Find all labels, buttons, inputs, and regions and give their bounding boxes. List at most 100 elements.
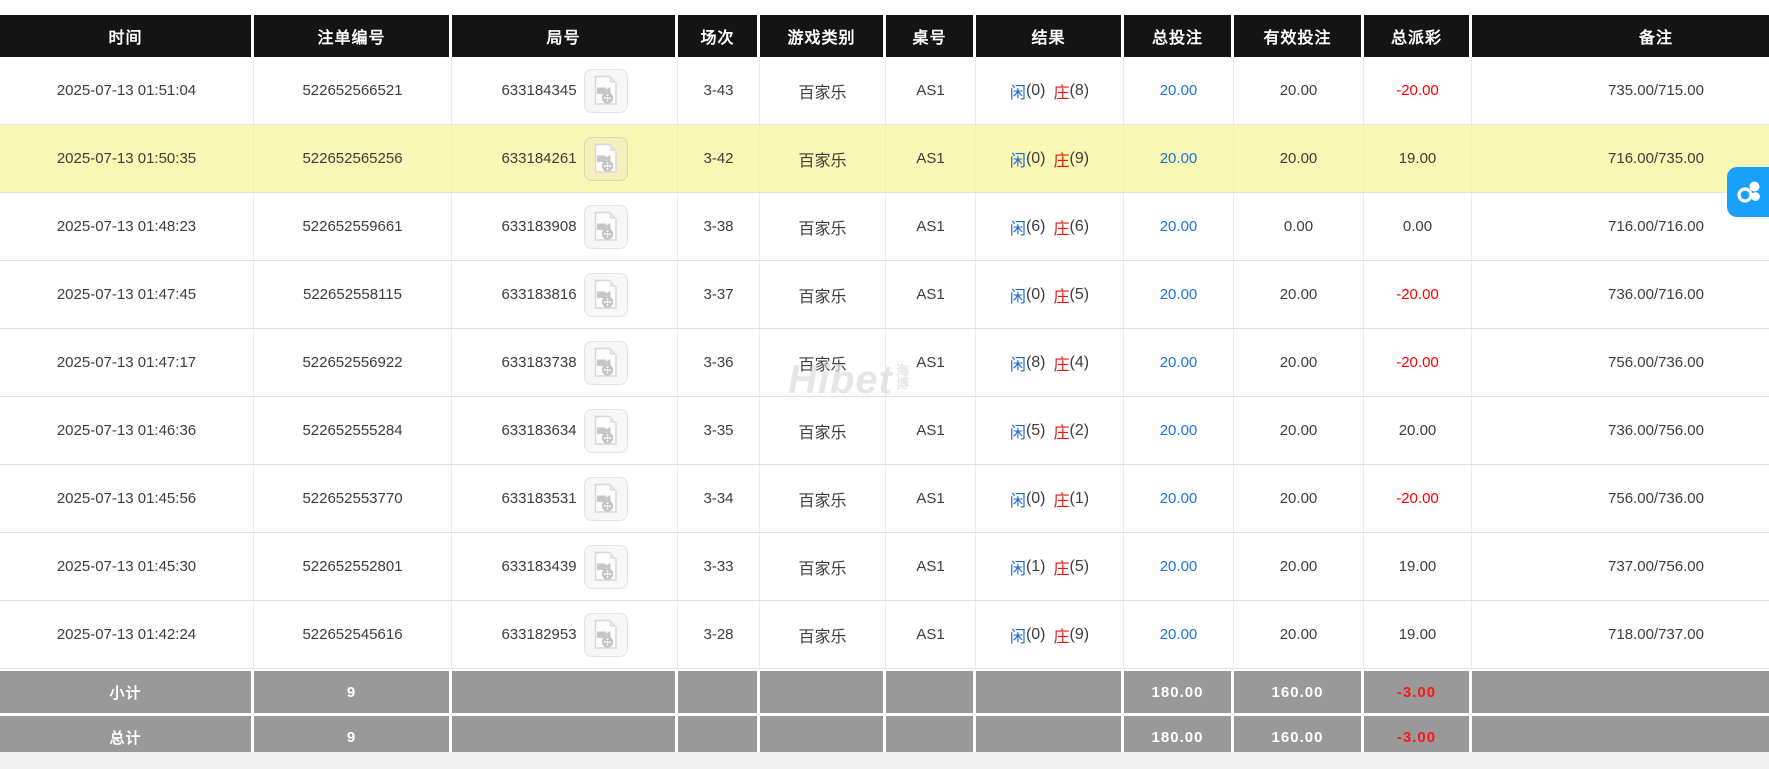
cell-round-id: 633183738 <box>452 329 678 396</box>
player-score: (5) <box>1026 422 1046 440</box>
cell-table-no: AS1 <box>886 57 976 124</box>
banker-score: (5) <box>1070 558 1090 576</box>
video-replay-button[interactable] <box>584 545 628 589</box>
cell-total-bet: 20.00 <box>1124 329 1234 396</box>
header-result: 结果 <box>976 15 1124 57</box>
cell-bet-id: 522652565256 <box>254 125 452 192</box>
cell-result: 闲(0)庄(8) <box>976 57 1124 124</box>
cell-valid-bet: 20.00 <box>1234 601 1364 668</box>
player-score: (0) <box>1026 490 1046 508</box>
cell-total-bet: 20.00 <box>1124 125 1234 192</box>
cell-total-bet: 20.00 <box>1124 261 1234 328</box>
player-score: (1) <box>1026 558 1046 576</box>
cell-session: 3-42 <box>678 125 760 192</box>
video-replay-button[interactable] <box>584 273 628 317</box>
cell-bet-id: 522652555284 <box>254 397 452 464</box>
film-file-icon <box>592 483 619 514</box>
banker-result-label: 庄 <box>1054 283 1070 307</box>
video-replay-button[interactable] <box>584 137 628 181</box>
cell-total-payout: 0.00 <box>1364 193 1472 260</box>
cell-valid-bet: 20.00 <box>1234 533 1364 600</box>
player-result-label: 闲 <box>1010 623 1026 647</box>
cell-round-id: 633183439 <box>452 533 678 600</box>
header-bet-id: 注单编号 <box>254 15 452 57</box>
cell-bet-id: 522652545616 <box>254 601 452 668</box>
film-file-icon <box>592 415 619 446</box>
cell-result: 闲(0) 庄(1) <box>976 465 1124 532</box>
cell-valid-bet: 20.00 <box>1234 465 1364 532</box>
film-file-icon <box>592 75 619 106</box>
cell-total-bet: 20.00 <box>1124 397 1234 464</box>
cell-time: 2025-07-13 01:51:04 <box>0 57 254 124</box>
cell-remark: 756.00/736.00 <box>1472 465 1769 532</box>
player-score: (6) <box>1026 218 1046 236</box>
banker-result-label: 庄 <box>1054 419 1070 443</box>
table-row: 2025-07-13 01:47:45 522652558115 6331838… <box>0 261 1769 329</box>
film-file-icon <box>592 347 619 378</box>
film-file-icon <box>592 143 619 174</box>
cell-time: 2025-07-13 01:46:36 <box>0 397 254 464</box>
floating-video-panel-button[interactable] <box>1727 167 1769 217</box>
cell-total-payout: -20.00 <box>1364 261 1472 328</box>
banker-result-label: 庄 <box>1054 79 1070 103</box>
cell-table-no: AS1 <box>886 193 976 260</box>
cell-total-payout: -20.00 <box>1364 465 1472 532</box>
banker-score: (1) <box>1070 490 1090 508</box>
cell-session: 3-33 <box>678 533 760 600</box>
cell-bet-id: 522652566521 <box>254 57 452 124</box>
table-row: 2025-07-13 01:45:56 522652553770 6331835… <box>0 465 1769 533</box>
player-score: (0) <box>1026 286 1046 304</box>
cell-total-bet: 20.00 <box>1124 465 1234 532</box>
banker-result-label: 庄 <box>1054 487 1070 511</box>
video-replay-button[interactable] <box>584 341 628 385</box>
cell-game-type: 百家乐 <box>760 261 886 328</box>
cell-session: 3-35 <box>678 397 760 464</box>
video-replay-button[interactable] <box>584 613 628 657</box>
summary-count: 9 <box>254 671 452 713</box>
cell-bet-id: 522652552801 <box>254 533 452 600</box>
cell-total-payout: -20.00 <box>1364 57 1472 124</box>
summary-empty-cell <box>886 671 976 713</box>
summary-total-bet: 180.00 <box>1124 671 1234 713</box>
cell-bet-id: 522652553770 <box>254 465 452 532</box>
cell-remark: 735.00/715.00 <box>1472 57 1769 124</box>
cell-table-no: AS1 <box>886 533 976 600</box>
cell-bet-id: 522652559661 <box>254 193 452 260</box>
cell-round-id: 633183531 <box>452 465 678 532</box>
player-result-label: 闲 <box>1010 215 1026 239</box>
cell-table-no: AS1 <box>886 329 976 396</box>
video-replay-button[interactable] <box>584 205 628 249</box>
table-row: 2025-07-13 01:48:23 522652559661 6331839… <box>0 193 1769 261</box>
summary-empty-cell <box>976 671 1124 713</box>
player-result-label: 闲 <box>1010 79 1026 103</box>
cell-game-type: 百家乐 <box>760 601 886 668</box>
banker-score: (9) <box>1070 626 1090 644</box>
cell-time: 2025-07-13 01:47:17 <box>0 329 254 396</box>
cell-result: 闲(5)庄(2) <box>976 397 1124 464</box>
player-result-label: 闲 <box>1010 487 1026 511</box>
player-result-label: 闲 <box>1010 283 1026 307</box>
bottom-strip <box>0 752 1769 769</box>
cell-total-payout: 19.00 <box>1364 533 1472 600</box>
video-replay-button[interactable] <box>584 409 628 453</box>
cell-valid-bet: 20.00 <box>1234 261 1364 328</box>
round-id-text: 633183738 <box>501 354 576 371</box>
banker-score: (8) <box>1070 82 1090 100</box>
table-summary: 小计 9 180.00 160.00 -3.00 总计 9 180.00 160… <box>0 671 1769 758</box>
cell-session: 3-28 <box>678 601 760 668</box>
cell-session: 3-37 <box>678 261 760 328</box>
banker-result-label: 庄 <box>1054 555 1070 579</box>
cell-table-no: AS1 <box>886 397 976 464</box>
film-file-icon <box>592 619 619 650</box>
banker-result-label: 庄 <box>1054 147 1070 171</box>
cell-game-type: 百家乐 <box>760 57 886 124</box>
three-circles-icon <box>1735 178 1763 206</box>
cell-total-payout: -20.00 <box>1364 329 1472 396</box>
banker-result-label: 庄 <box>1054 215 1070 239</box>
cell-result: 闲(6)庄(6) <box>976 193 1124 260</box>
banker-score: (2) <box>1070 422 1090 440</box>
video-replay-button[interactable] <box>584 477 628 521</box>
header-session: 场次 <box>678 15 760 57</box>
cell-session: 3-36 <box>678 329 760 396</box>
video-replay-button[interactable] <box>584 69 628 113</box>
